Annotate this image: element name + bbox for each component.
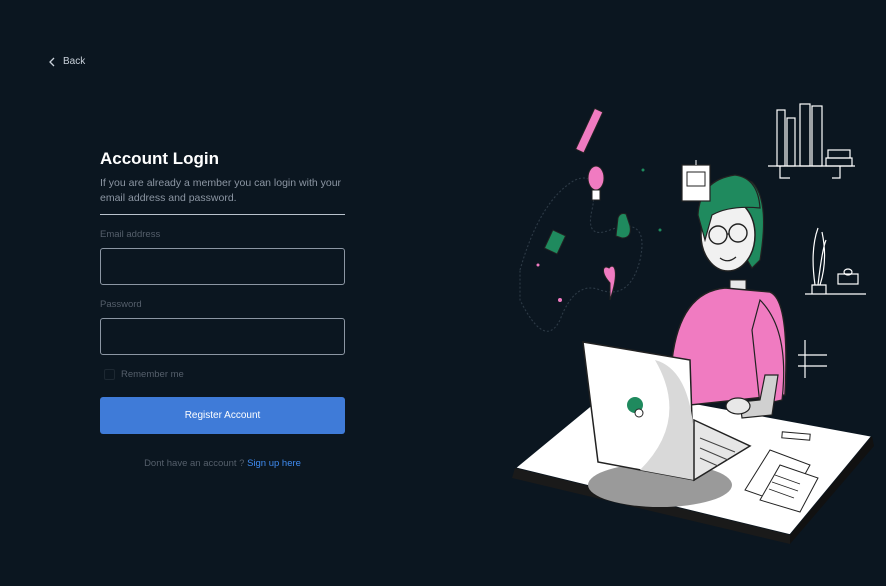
workspace-illustration [512, 103, 874, 544]
email-label: Email address [100, 229, 161, 240]
back-link[interactable]: Back [48, 56, 85, 67]
register-button[interactable]: Register Account [100, 397, 345, 434]
page-subtitle: If you are already a member you can logi… [100, 177, 342, 204]
signup-link[interactable]: Sign up here [247, 458, 301, 469]
remember-label: Remember me [121, 369, 184, 380]
email-field[interactable] [100, 248, 345, 285]
signup-text: Dont have an account ? [144, 458, 248, 469]
password-field[interactable] [100, 318, 345, 355]
page-title: Account Login [100, 149, 219, 168]
signup-prompt: Dont have an account ? Sign up here [100, 458, 345, 469]
password-label: Password [100, 299, 142, 310]
remember-me[interactable]: Remember me [104, 369, 345, 380]
chevron-left-icon [49, 57, 55, 66]
remember-checkbox[interactable] [104, 369, 115, 380]
login-form: Account Login If you are already a membe… [100, 150, 345, 469]
back-label: Back [63, 56, 86, 67]
divider [100, 214, 345, 215]
